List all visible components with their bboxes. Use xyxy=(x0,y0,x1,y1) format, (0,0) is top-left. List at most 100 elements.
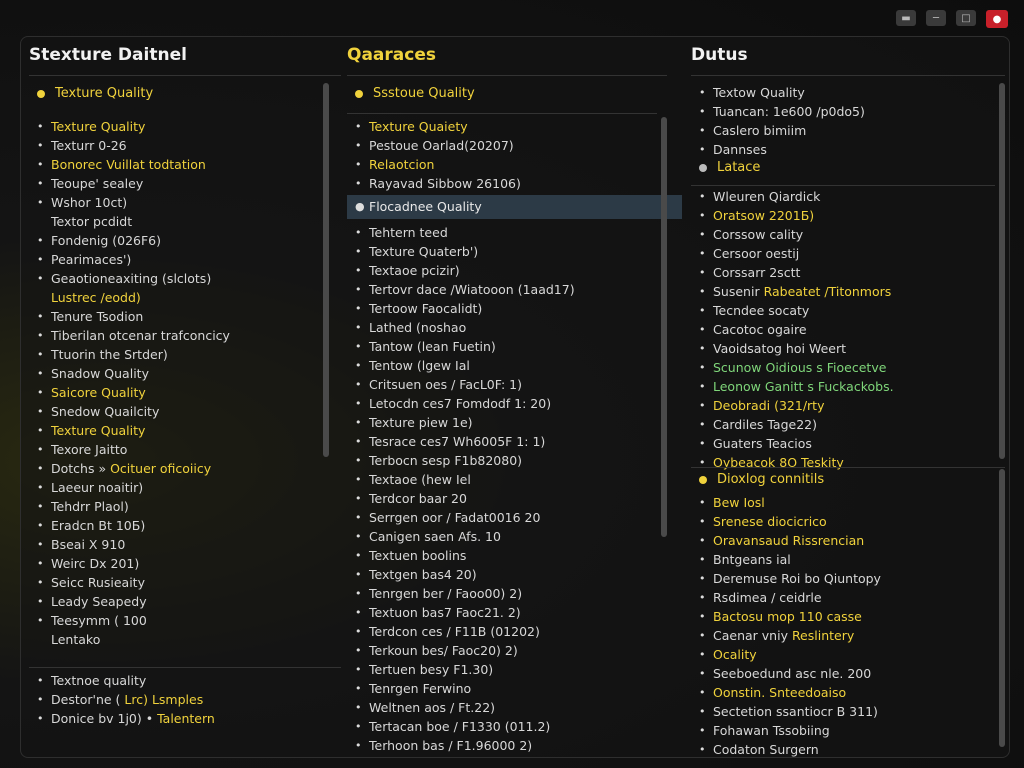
minimize-icon[interactable]: ▬ xyxy=(896,10,916,26)
option-item[interactable]: • Oratsow 2201Б) xyxy=(691,206,1005,225)
option-item[interactable]: • Texturr 0-26 xyxy=(29,136,341,155)
option-item[interactable]: • Weltnen aos / Ft.22) xyxy=(347,698,667,717)
option-item[interactable]: • Textow Quality xyxy=(691,83,1005,102)
option-item[interactable]: Lentako xyxy=(29,630,341,649)
option-item[interactable]: • Seicc Rusieaity xyxy=(29,573,341,592)
option-item[interactable]: • Terkoun bes/ Faoc20) 2) xyxy=(347,641,667,660)
option-item[interactable]: • Caenar vniy Reslintery xyxy=(691,626,1005,645)
option-item[interactable]: • Susenir Rabeatet /Titonmors xyxy=(691,282,1005,301)
option-item[interactable]: • Saicore Quality xyxy=(29,383,341,402)
section-header[interactable]: Ssstoue Quality xyxy=(351,83,657,105)
option-item[interactable]: • Rayavad Sibbow 26106) xyxy=(347,174,667,193)
option-item[interactable]: • Textaoe (hew Iel xyxy=(347,470,667,489)
option-item[interactable]: Textor pcdidt xyxy=(29,212,341,231)
option-item[interactable]: • Teoupe' sealey xyxy=(29,174,341,193)
option-item[interactable]: • Vaoidsatog hoi Weert xyxy=(691,339,1005,358)
option-item[interactable]: • Bseai X 910 xyxy=(29,535,341,554)
close-icon[interactable]: ● xyxy=(986,10,1008,28)
option-item[interactable]: • Bntgeans ial xyxy=(691,550,1005,569)
option-item[interactable]: • Seeboedund asc nle. 200 xyxy=(691,664,1005,683)
option-item[interactable]: • Dotchs » Ocituer oficoiicy xyxy=(29,459,341,478)
option-item[interactable]: • Tentow (lgew Ial xyxy=(347,356,667,375)
option-item[interactable]: • Terdcon ces / F11B (01202) xyxy=(347,622,667,641)
restore-icon[interactable]: ─ xyxy=(926,10,946,26)
option-item[interactable]: • Donice bv 1j0) • Talentern xyxy=(29,709,341,728)
option-item[interactable]: • Ttuorin the Srtder) xyxy=(29,345,341,364)
option-item[interactable]: • Tiberilan otcenar trafconcicy xyxy=(29,326,341,345)
option-item[interactable]: • Guaters Teacios xyxy=(691,434,1005,453)
option-item[interactable]: • Scunow Oidious s Fioecetve xyxy=(691,358,1005,377)
option-item[interactable]: • Weirc Dx 201) xyxy=(29,554,341,573)
option-item[interactable]: • Tehtern teed xyxy=(347,223,667,242)
option-item[interactable]: • Textgen bas4 20) xyxy=(347,565,667,584)
option-item[interactable]: • Tertacan boe / F1330 (011.2) xyxy=(347,717,667,736)
option-item[interactable]: • Bonorec Vuillat todtation xyxy=(29,155,341,174)
option-item[interactable]: • Texture Quality xyxy=(29,117,341,136)
option-item[interactable]: • Fondenig (026F6) xyxy=(29,231,341,250)
option-item[interactable]: • Corssarr 2sctt xyxy=(691,263,1005,282)
option-item[interactable]: • Canigen saen Afs. 10 xyxy=(347,527,667,546)
option-item[interactable]: • Cacotoc ogaire xyxy=(691,320,1005,339)
option-item[interactable]: • Textuen boolins xyxy=(347,546,667,565)
option-item[interactable]: • Leady Seapedy xyxy=(29,592,341,611)
option-item[interactable]: • Sectetion ssantiocr B 311) xyxy=(691,702,1005,721)
option-item[interactable]: • Cersoor oestij xyxy=(691,244,1005,263)
option-item[interactable]: • Snadow Quality xyxy=(29,364,341,383)
section-header[interactable]: Texture Quality xyxy=(33,83,331,105)
scrollbar[interactable] xyxy=(999,469,1005,747)
option-item[interactable]: • Terhoon bas / F1.96000 2) xyxy=(347,736,667,755)
option-item[interactable]: • Ocality xyxy=(691,645,1005,664)
option-item[interactable]: • Pestoue Oarlad(20207) xyxy=(347,136,667,155)
option-item[interactable]: • Leonow Ganitt s Fuckackobs. xyxy=(691,377,1005,396)
option-item[interactable]: • Texture piew 1e) xyxy=(347,413,667,432)
option-item[interactable]: • Wleuren Qiardick xyxy=(691,187,1005,206)
option-item[interactable]: • Terbocn sesp F1b82080) xyxy=(347,451,667,470)
option-item[interactable]: • Caslero bimiim xyxy=(691,121,1005,140)
option-item[interactable]: • Textnoe quality xyxy=(29,671,341,690)
option-item[interactable]: • Tantow (lean Fuetin) xyxy=(347,337,667,356)
option-item[interactable]: • Teesymm ( 100 xyxy=(29,611,341,630)
scrollbar[interactable] xyxy=(661,117,667,537)
option-item[interactable]: • Texture Quality xyxy=(29,421,341,440)
option-item[interactable]: • Fohawan Tssobiing xyxy=(691,721,1005,740)
option-item[interactable]: • Tuancan: 1e600 /p0do5) xyxy=(691,102,1005,121)
scrollbar[interactable] xyxy=(999,83,1005,459)
option-item[interactable]: • Wshor 10ct) xyxy=(29,193,341,212)
option-item[interactable]: • Oonstin. Snteedoaiso xyxy=(691,683,1005,702)
option-item[interactable]: • Tertuen besy F1.30) xyxy=(347,660,667,679)
option-item[interactable]: • Snedow Quailcity xyxy=(29,402,341,421)
option-item[interactable]: • Texore Jaitto xyxy=(29,440,341,459)
section-header[interactable]: Dioxlog connitils xyxy=(695,469,995,491)
option-item[interactable]: • Tecndee socaty xyxy=(691,301,1005,320)
scrollbar-thumb[interactable] xyxy=(323,83,329,457)
option-item[interactable]: • Letocdn ces7 Fomdodf 1: 20) xyxy=(347,394,667,413)
option-item[interactable]: • Eradcn Bt 10Б) xyxy=(29,516,341,535)
option-item[interactable]: • Corssow cality xyxy=(691,225,1005,244)
option-item[interactable]: • Cardiles Tage22) xyxy=(691,415,1005,434)
option-item[interactable]: • Destor'ne ( Lrc) Lsmples xyxy=(29,690,341,709)
option-item[interactable]: • Bew Iosl xyxy=(691,493,1005,512)
option-item[interactable]: • Geaotioneaxiting (slclots) xyxy=(29,269,341,288)
option-item[interactable]: • Tertovr dace /Wiatooon (1aad17) xyxy=(347,280,667,299)
scrollbar-thumb[interactable] xyxy=(999,469,1005,747)
option-item[interactable]: • Tenrgen ber / Faoo00) 2) xyxy=(347,584,667,603)
option-item[interactable]: • Texture Quaterb') xyxy=(347,242,667,261)
option-item[interactable]: • Srenese diocicrico xyxy=(691,512,1005,531)
option-item[interactable]: • Pearimaces') xyxy=(29,250,341,269)
option-item[interactable]: • Serrgen oor / Fadat0016 20 xyxy=(347,508,667,527)
scrollbar-thumb[interactable] xyxy=(661,117,667,537)
option-item[interactable]: • Lathed (noshao xyxy=(347,318,667,337)
option-item[interactable]: • Tertoow Faocalidt) xyxy=(347,299,667,318)
option-item[interactable]: Lustrec /eodd) xyxy=(29,288,341,307)
option-item[interactable]: • Deremuse Roi bo Qiuntopy xyxy=(691,569,1005,588)
option-item[interactable]: • Terdcor baar 20 xyxy=(347,489,667,508)
option-item[interactable]: • Tenrgen Ferwino xyxy=(347,679,667,698)
option-item[interactable]: • Oravansaud Rissrencian xyxy=(691,531,1005,550)
section-header[interactable]: Latace xyxy=(695,157,995,179)
scrollbar-thumb[interactable] xyxy=(999,83,1005,459)
option-item[interactable]: • Relaotcion xyxy=(347,155,667,174)
option-item[interactable]: • Bactosu mop 110 casse xyxy=(691,607,1005,626)
option-item[interactable]: • Textuon bas7 Faoc21. 2) xyxy=(347,603,667,622)
option-item[interactable]: • Critsuen oes / FacL0F: 1) xyxy=(347,375,667,394)
option-item[interactable]: • Tenure Tsodion xyxy=(29,307,341,326)
